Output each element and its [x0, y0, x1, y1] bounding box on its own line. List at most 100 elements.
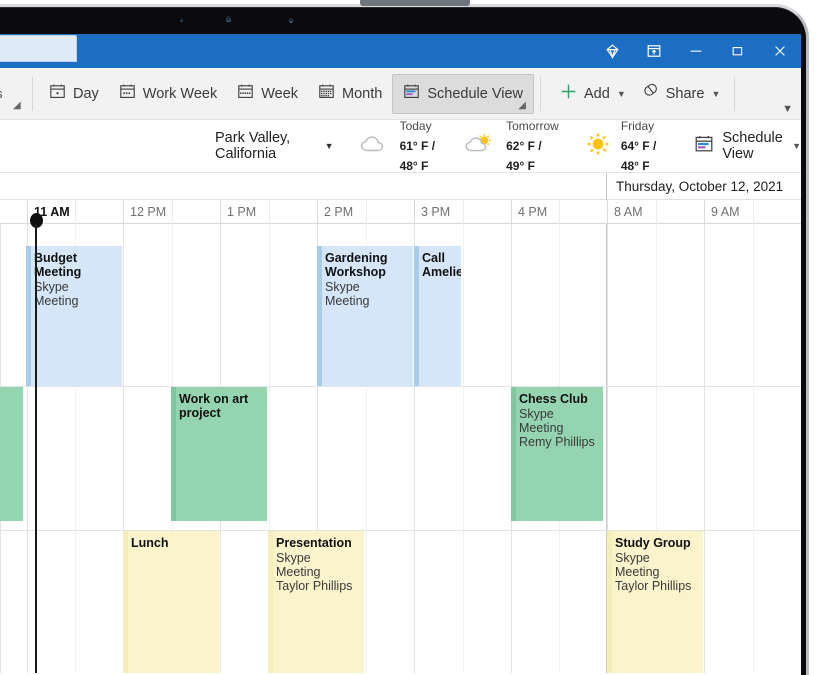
view-button-work-week[interactable]: Work Week [109, 74, 227, 114]
title-bar-spacer [77, 34, 591, 68]
weather-bar: Park Valley, California ▼ Today 61° F / … [0, 120, 801, 173]
time-ruler-half-hour-tick [463, 200, 464, 224]
view-button-day[interactable]: Day [39, 74, 109, 114]
event-title: Presentation [276, 536, 358, 550]
gem-icon[interactable] [591, 34, 633, 68]
dialog-launcher-icon[interactable]: ◢ [13, 101, 21, 111]
event-organizer: Taylor Phillips [615, 579, 697, 593]
weather-tomorrow[interactable]: Tomorrow 62° F / 49° F [464, 116, 559, 176]
grid-half-hour-line [753, 224, 754, 673]
add-button[interactable]: Add ▼ [551, 74, 634, 114]
event-title: Work on art project [179, 392, 261, 420]
partly-sunny-icon [464, 132, 498, 161]
view-button-week[interactable]: Week [227, 74, 308, 114]
cloud-icon [358, 132, 392, 161]
event-organizer: Remy Phillips [519, 435, 597, 449]
title-bar [0, 34, 801, 68]
webcam-icon [226, 16, 231, 22]
event-accent-bar [511, 387, 516, 521]
calendar-event[interactable]: PresentationSkype MeetingTaylor Phillips [268, 531, 364, 673]
calendar-day-icon [49, 83, 66, 105]
calendar-month-icon [318, 83, 335, 105]
calendar-day-header: Thursday, October 12, 2021 [0, 173, 801, 200]
weather-today-text: Today 61° F / 48° F [400, 116, 441, 176]
outlook-window: s ◢ Day [0, 34, 801, 675]
schedule-view-icon-picker [694, 134, 714, 159]
event-title: Lunch [131, 536, 213, 550]
sun-icon [583, 131, 613, 162]
grid-hour-line [704, 224, 705, 673]
bezel-notch [360, 0, 470, 6]
quick-access-toolbar-tab[interactable] [0, 35, 77, 62]
event-accent-bar [26, 246, 31, 386]
weather-tomorrow-temp: 62° F / 49° F [506, 139, 541, 173]
event-subtitle: Skype Meeting [519, 407, 597, 435]
time-ruler-half-hour-tick [559, 200, 560, 224]
weather-friday[interactable]: Friday 64° F / 48° F [583, 116, 663, 176]
day-header-cell [0, 173, 606, 200]
time-ruler-half-hour-tick [172, 200, 173, 224]
calendar-event[interactable]: Study GroupSkype MeetingTaylor Phillips [607, 531, 703, 673]
chevron-down-icon: ▼ [617, 89, 626, 99]
calendar-grid[interactable]: Budget MeetingSkype Meeting Gardening Wor… [0, 224, 801, 673]
ribbon-toolbar: s ◢ Day [0, 68, 801, 120]
calendar-event[interactable]: Budget MeetingSkype Meeting [26, 246, 122, 386]
view-button-month[interactable]: Month [308, 74, 392, 114]
indicator-light-icon [289, 18, 293, 23]
calendar-event[interactable] [0, 387, 23, 521]
weather-location-picker[interactable]: Park Valley, California ▼ [215, 130, 334, 162]
calendar-event[interactable]: Call Amelie [414, 246, 461, 386]
view-button-schedule-view-label: Schedule View [427, 86, 523, 102]
view-button-week-label: Week [261, 86, 298, 102]
calendar-event[interactable]: Chess ClubSkype MeetingRemy Phillips [511, 387, 603, 521]
calendar-event[interactable]: Work on art project [171, 387, 267, 521]
weather-tomorrow-text: Tomorrow 62° F / 49° F [506, 116, 559, 176]
maximize-button[interactable] [717, 34, 759, 68]
event-accent-bar [268, 531, 273, 673]
time-ruler-half-hour-tick [75, 200, 76, 224]
schedule-view-icon [403, 83, 420, 105]
event-accent-bar [414, 246, 419, 386]
actions-group: Add ▼ Share ▼ [547, 68, 741, 119]
time-ruler-half-hour-tick [366, 200, 367, 224]
current-time-line [35, 224, 37, 673]
collapse-ribbon-icon[interactable]: ▼ [782, 103, 793, 115]
event-subtitle: Skype Meeting [325, 280, 407, 308]
minimize-button[interactable] [675, 34, 717, 68]
time-ruler-half-hour-tick [269, 200, 270, 224]
weather-friday-temp: 64° F / 48° F [621, 139, 656, 173]
weather-today-temp: 61° F / 48° F [400, 139, 435, 173]
calendar-event[interactable]: Lunch [123, 531, 219, 673]
event-subtitle: Skype Meeting [276, 551, 358, 579]
event-title: Call Amelie [422, 251, 455, 279]
ribbon-group-truncated: s ◢ [0, 68, 26, 119]
grid-row-separator [0, 386, 801, 387]
event-subtitle: Skype Meeting [34, 280, 116, 308]
event-accent-bar [317, 246, 322, 386]
view-button-schedule-view[interactable]: Schedule View [392, 74, 534, 114]
weather-today[interactable]: Today 61° F / 48° F [358, 116, 441, 176]
view-dialog-launcher-icon[interactable]: ◢ [518, 101, 526, 111]
close-button[interactable] [759, 34, 801, 68]
ribbon-divider-2 [540, 77, 541, 111]
ribbon-divider-3 [734, 77, 735, 111]
view-button-work-week-label: Work Week [143, 86, 217, 102]
time-ruler-half-hour-tick [656, 200, 657, 224]
view-button-month-label: Month [342, 86, 382, 102]
weather-tomorrow-day: Tomorrow [506, 119, 559, 133]
view-picker[interactable]: Schedule View ▼ [694, 130, 801, 162]
weather-friday-day: Friday [621, 119, 654, 133]
event-accent-bar [123, 531, 128, 673]
calendar-workweek-icon [119, 83, 136, 105]
time-ruler-half-hour-tick [753, 200, 754, 224]
add-button-label: Add [584, 86, 610, 102]
view-buttons-group: Day Work Wee [39, 68, 534, 119]
ribbon-display-icon[interactable] [633, 34, 675, 68]
calendar-week-icon [237, 83, 254, 105]
calendar-event[interactable]: Gardening WorkshopSkype Meeting [317, 246, 413, 386]
grid-half-hour-line [463, 224, 464, 673]
sensor-dot [180, 18, 183, 22]
share-button[interactable]: Share ▼ [634, 74, 729, 114]
plus-icon [559, 82, 578, 106]
day-header-cell: Thursday, October 12, 2021 [606, 173, 801, 200]
